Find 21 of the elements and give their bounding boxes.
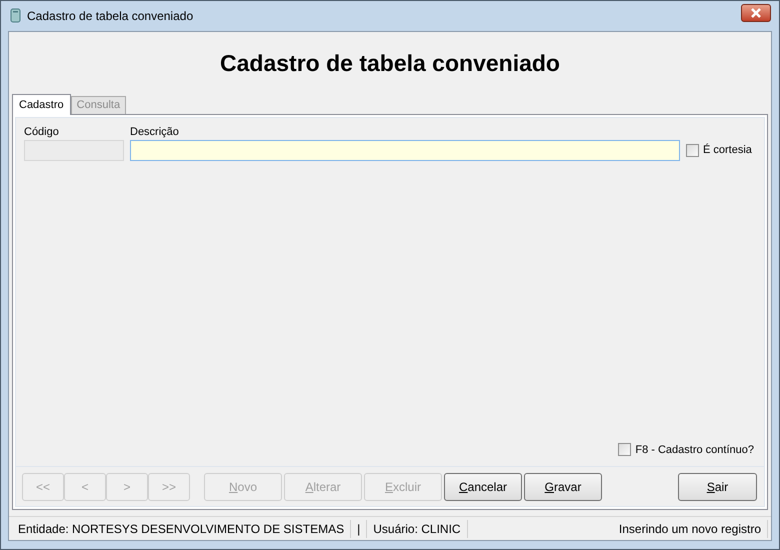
close-icon [750, 8, 762, 18]
tab[interactable]: Cadastro [12, 94, 71, 115]
document-icon [9, 8, 23, 24]
action-button[interactable]: Cancelar [444, 472, 522, 500]
checkbox-label: F8 - Cadastro contínuo? [635, 442, 754, 458]
status-text: Inserindo um novo registro [612, 520, 768, 538]
field-label: Código [24, 125, 60, 138]
exit-button[interactable]: Sair [678, 472, 757, 500]
tab[interactable]: Consulta [70, 96, 126, 114]
close-button[interactable] [741, 4, 771, 22]
checkbox[interactable] [618, 443, 632, 456]
status-text: | [351, 520, 368, 538]
checkbox[interactable] [686, 144, 699, 157]
form-heading: Cadastro de tabela conveniado [220, 48, 560, 78]
action-button[interactable]: Gravar [524, 472, 602, 500]
status-text: Entidade: NORTESYS DESENVOLVIMENTO DE SISTEMAS [12, 520, 352, 538]
status-text: Usuário: CLINIC [367, 520, 468, 538]
description-field[interactable] [130, 140, 680, 161]
checkbox-label: É cortesia [703, 142, 752, 158]
field-label: Descrição [130, 125, 180, 138]
window-title: Cadastro de tabela conveniado [27, 8, 194, 25]
